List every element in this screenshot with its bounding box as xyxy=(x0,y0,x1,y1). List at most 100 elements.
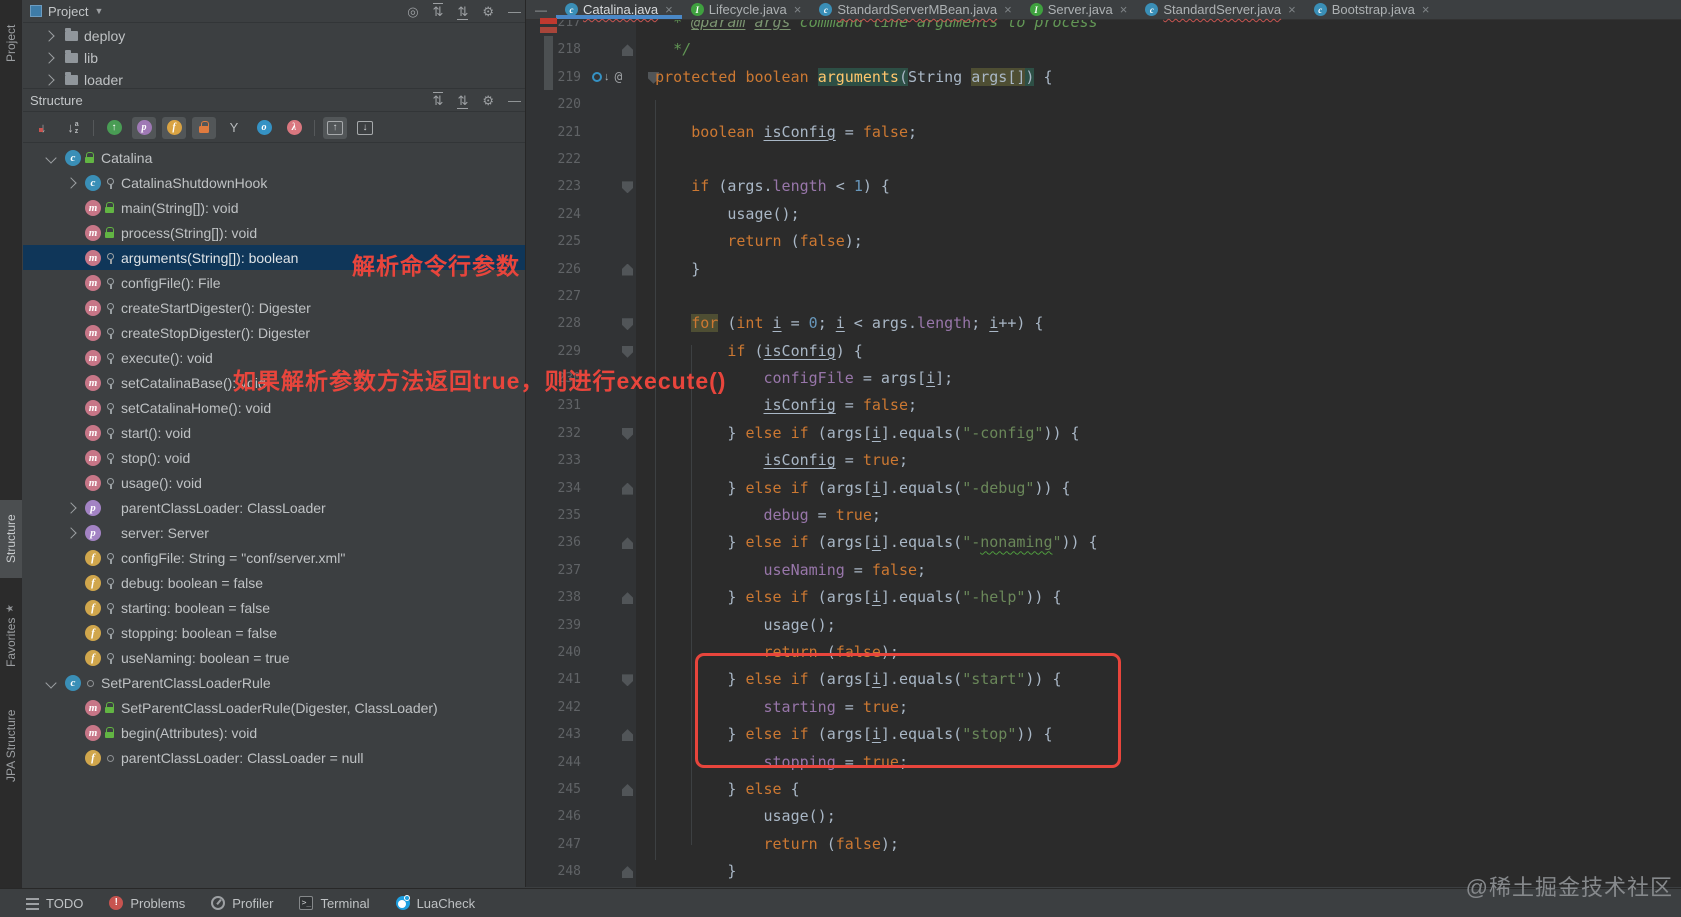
stripe-tab-structure[interactable]: Structure xyxy=(0,500,22,578)
chevron-right-icon[interactable] xyxy=(65,501,77,514)
code-text[interactable]: if (isConfig) { xyxy=(619,338,862,365)
code-line[interactable]: 224 usage(); xyxy=(526,201,1681,228)
chevron-down-icon[interactable]: ▼ xyxy=(94,6,103,16)
code-line[interactable]: 229 if (isConfig) { xyxy=(526,338,1681,365)
code-text[interactable]: return (false); xyxy=(619,831,899,858)
overrides-method-icon[interactable] xyxy=(592,72,602,83)
error-stripe[interactable] xyxy=(540,14,557,94)
code-text[interactable]: } xyxy=(619,256,700,283)
code-text[interactable]: } else if (args[i].equals("-config")) { xyxy=(619,420,1079,447)
code-line[interactable]: 219 ↓ @ protected boolean arguments(String… xyxy=(526,64,1681,91)
code-line[interactable]: 231 isConfig = false; xyxy=(526,392,1681,419)
project-tree-item-deploy[interactable]: deploy xyxy=(23,24,525,47)
editor-tab[interactable]: c StandardServer.java × xyxy=(1136,0,1304,19)
chevron-right-icon[interactable] xyxy=(43,73,55,86)
autoscroll-to-source-icon[interactable]: ↑ xyxy=(323,116,347,139)
code-text[interactable]: return (false); xyxy=(619,228,862,255)
code-text[interactable]: } xyxy=(619,858,736,885)
code-line[interactable]: 227 xyxy=(526,283,1681,310)
code-line[interactable]: 222 xyxy=(526,146,1681,173)
structure-item[interactable]: p server: Server xyxy=(23,520,525,545)
code-line[interactable]: 228 for (int i = 0; i < args.length; i++… xyxy=(526,310,1681,337)
editor-tab[interactable]: c StandardServerMBean.java × xyxy=(810,0,1020,19)
structure-item[interactable]: m createStartDigester(): Digester xyxy=(23,295,525,320)
structure-item[interactable]: f stopping: boolean = false xyxy=(23,620,525,645)
hide-panel-icon[interactable]: — xyxy=(508,5,521,18)
chevron-down-icon[interactable] xyxy=(45,676,57,689)
structure-item[interactable]: f parentClassLoader: ClassLoader = null xyxy=(23,745,525,770)
editor-tab[interactable]: c Bootstrap.java × xyxy=(1305,0,1439,19)
structure-item[interactable]: f starting: boolean = false xyxy=(23,595,525,620)
code-line[interactable]: 247 return (false); xyxy=(526,831,1681,858)
chevron-right-icon[interactable] xyxy=(65,176,77,189)
structure-item[interactable]: f useNaming: boolean = true xyxy=(23,645,525,670)
chevron-down-icon[interactable] xyxy=(45,151,57,164)
autoscroll-from-source-icon[interactable]: ↓ xyxy=(353,117,377,139)
code-text[interactable]: } else if (args[i].equals("-help")) { xyxy=(619,584,1061,611)
code-text[interactable]: usage(); xyxy=(619,201,799,228)
structure-item[interactable]: m SetParentClassLoaderRule(Digester, Clas… xyxy=(23,695,525,720)
show-properties-icon[interactable]: p xyxy=(132,116,156,139)
structure-item[interactable]: f debug: boolean = false xyxy=(23,570,525,595)
code-text[interactable]: isConfig = true; xyxy=(619,447,909,474)
code-editor[interactable]: 217 * @param args command line arguments… xyxy=(526,0,1681,887)
stripe-tab-jpa-structure[interactable]: JPA Structure xyxy=(0,692,22,800)
show-inherited-icon[interactable]: ↑ xyxy=(102,117,126,139)
close-icon[interactable]: × xyxy=(1120,2,1128,17)
chevron-right-icon[interactable] xyxy=(65,526,77,539)
panel-editor-divider[interactable] xyxy=(525,0,526,887)
code-line[interactable]: 236 } else if (args[i].equals("-nonaming… xyxy=(526,529,1681,556)
chevron-right-icon[interactable] xyxy=(43,29,55,42)
code-line[interactable]: 220 xyxy=(526,91,1681,118)
code-line[interactable]: 234 } else if (args[i].equals("-debug"))… xyxy=(526,475,1681,502)
code-text[interactable]: usage(); xyxy=(619,803,835,830)
structure-item[interactable]: m createStopDigester(): Digester xyxy=(23,320,525,345)
close-icon[interactable]: × xyxy=(1288,2,1296,17)
hide-panel-icon[interactable]: — xyxy=(508,94,521,107)
code-text[interactable]: for (int i = 0; i < args.length; i++) { xyxy=(619,310,1043,337)
gear-icon[interactable]: ⚙ xyxy=(482,5,494,18)
structure-item[interactable]: m main(String[]): void xyxy=(23,195,525,220)
code-line[interactable]: 221 boolean isConfig = false; xyxy=(526,119,1681,146)
editor-tab[interactable]: I Lifecycle.java × xyxy=(682,0,811,19)
stripe-tab-project[interactable]: Project xyxy=(0,4,22,82)
chevron-right-icon[interactable] xyxy=(43,51,55,64)
bottom-bar-problems[interactable]: ! Problems xyxy=(109,896,185,911)
structure-item[interactable]: m start(): void xyxy=(23,420,525,445)
project-tree-item-lib[interactable]: lib xyxy=(23,46,525,69)
code-line[interactable]: 238 } else if (args[i].equals("-help")) … xyxy=(526,584,1681,611)
code-line[interactable]: 246 usage(); xyxy=(526,803,1681,830)
show-lambdas-icon[interactable]: λ xyxy=(282,117,306,139)
code-text[interactable]: boolean isConfig = false; xyxy=(619,119,917,146)
close-icon[interactable]: × xyxy=(794,2,802,17)
structure-item[interactable]: c SetParentClassLoaderRule xyxy=(23,670,525,695)
show-fields-icon[interactable]: f xyxy=(162,116,186,139)
code-text[interactable]: debug = true; xyxy=(619,502,881,529)
code-text[interactable]: */ xyxy=(619,36,691,63)
code-line[interactable]: 239 usage(); xyxy=(526,612,1681,639)
code-line[interactable]: 226 } xyxy=(526,256,1681,283)
structure-item[interactable]: m setCatalinaHome(): void xyxy=(23,395,525,420)
collapse-all-icon[interactable]: ⇅ xyxy=(457,94,468,109)
bottom-bar-luacheck[interactable]: LuaCheck xyxy=(395,895,475,911)
bottom-bar-profiler[interactable]: Profiler xyxy=(211,896,273,911)
structure-item[interactable]: p parentClassLoader: ClassLoader xyxy=(23,495,525,520)
code-line[interactable]: 218 */ xyxy=(526,36,1681,63)
bottom-bar-todo[interactable]: TODO xyxy=(26,896,83,911)
code-line[interactable]: 237 useNaming = false; xyxy=(526,557,1681,584)
code-text[interactable]: } else if (args[i].equals("-nonaming")) … xyxy=(619,529,1097,556)
sort-alphabetically-icon[interactable]: ↓ a z xyxy=(61,117,85,139)
structure-item[interactable]: m stop(): void xyxy=(23,445,525,470)
show-interfaces-icon[interactable]: o xyxy=(252,117,276,139)
code-text[interactable]: } else { xyxy=(619,776,799,803)
code-line[interactable]: 225 return (false); xyxy=(526,228,1681,255)
code-line[interactable]: 245 } else { xyxy=(526,776,1681,803)
structure-item[interactable]: f configFile: String = "conf/server.xml" xyxy=(23,545,525,570)
code-line[interactable]: 223 if (args.length < 1) { xyxy=(526,173,1681,200)
gear-icon[interactable]: ⚙ xyxy=(482,94,494,107)
scrollbar-thumb[interactable] xyxy=(544,36,553,90)
structure-item[interactable]: m begin(Attributes): void xyxy=(23,720,525,745)
structure-panel-header[interactable]: Structure ⇅ ⇅ ⚙ — xyxy=(23,89,525,112)
editor-tab[interactable]: c Catalina.java × xyxy=(556,0,682,19)
group-methods-icon[interactable]: Y xyxy=(222,117,246,139)
